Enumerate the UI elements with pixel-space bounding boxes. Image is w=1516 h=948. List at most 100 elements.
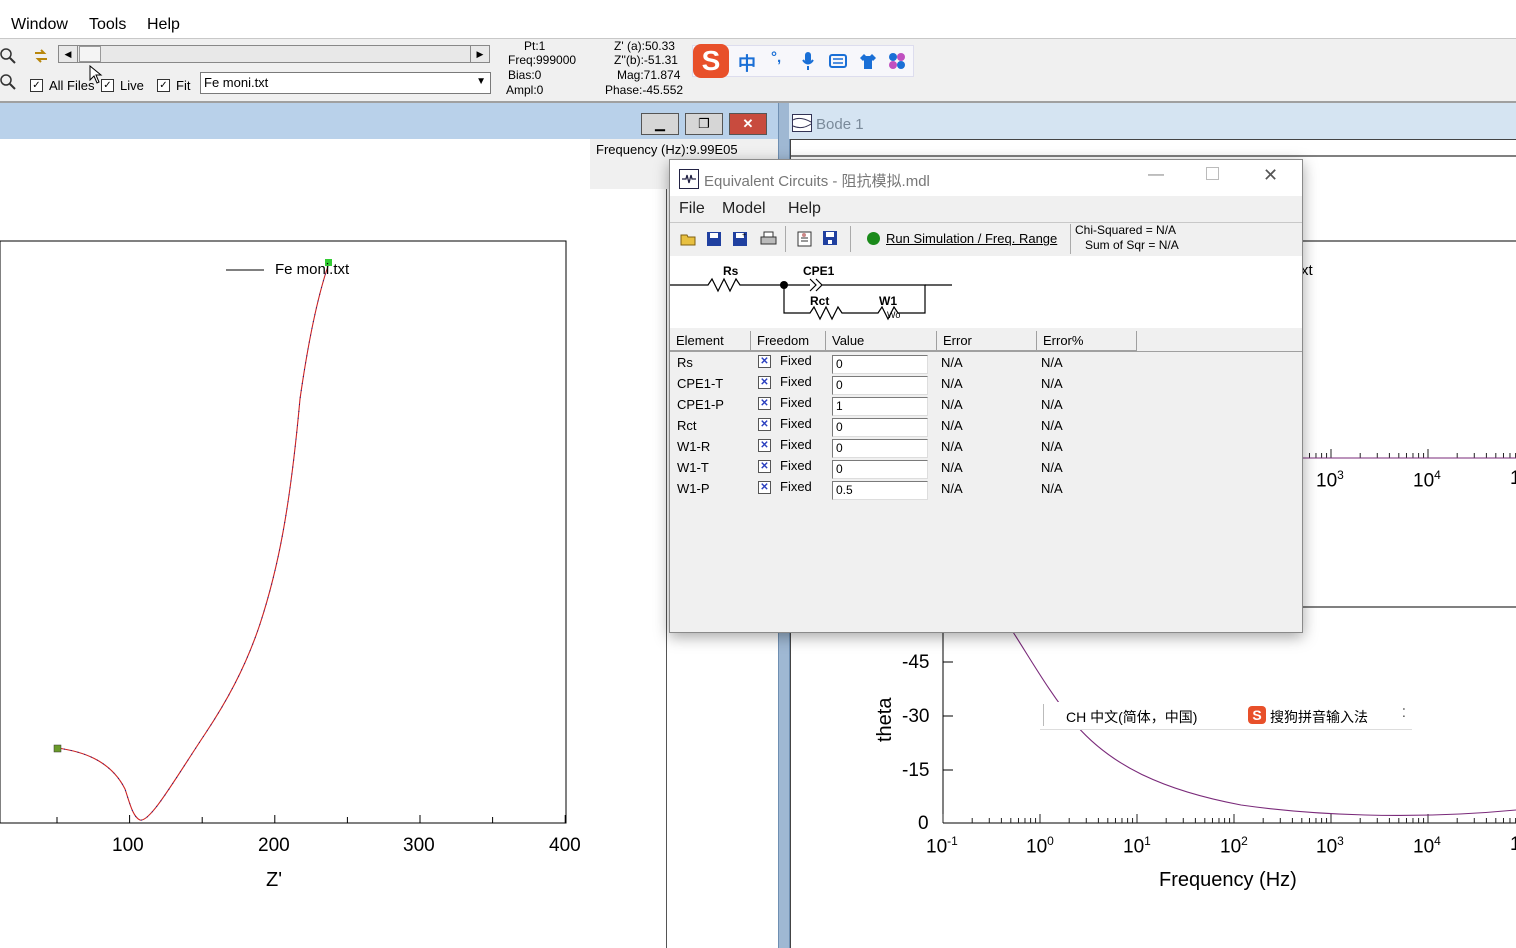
wo-label: Wo: [887, 310, 901, 320]
minimize-button[interactable]: ▁: [641, 113, 679, 135]
col-freedom[interactable]: Freedom: [751, 331, 826, 351]
value-input[interactable]: 1: [832, 397, 928, 416]
x-tick-100: 100: [112, 835, 144, 856]
error-pct-cell: N/A: [1041, 397, 1063, 412]
stat-z-real: Z' (a):50.33: [614, 39, 675, 53]
table-row[interactable]: W1-T ✕ Fixed 0 N/A N/A: [670, 458, 1300, 479]
save-model-icon[interactable]: [822, 230, 839, 247]
dialog-minimize-button[interactable]: —: [1148, 166, 1164, 184]
fit-label: Fit: [176, 78, 191, 93]
freedom-cell[interactable]: Fixed: [780, 437, 812, 452]
save-as-icon[interactable]: +: [732, 230, 749, 247]
freedom-checkbox[interactable]: ✕: [758, 439, 771, 452]
x-tick-10: 101: [1123, 834, 1151, 858]
value-input[interactable]: 0: [832, 418, 928, 437]
dialog-menu-help[interactable]: Help: [788, 200, 821, 218]
maximize-button[interactable]: ❐: [685, 113, 723, 135]
ime-punctuation-toggle[interactable]: °,: [771, 49, 781, 66]
element-cell: CPE1-T: [677, 376, 724, 391]
run-simulation-button[interactable]: Run Simulation / Freq. Range: [886, 231, 1057, 246]
table-row[interactable]: CPE1-P ✕ Fixed 1 N/A N/A: [670, 395, 1300, 416]
x-tick-300: 300: [403, 835, 435, 856]
dialog-maximize-button[interactable]: [1206, 167, 1219, 180]
open-folder-icon[interactable]: [680, 231, 698, 247]
import-data-icon[interactable]: [796, 230, 814, 248]
print-icon[interactable]: [760, 231, 777, 247]
table-row[interactable]: W1-P ✕ Fixed 0.5 N/A N/A: [670, 479, 1300, 500]
freedom-cell[interactable]: Fixed: [780, 479, 812, 494]
table-row[interactable]: Rct ✕ Fixed 0 N/A N/A: [670, 416, 1300, 437]
y-tick-minus15: -15: [902, 760, 930, 781]
microphone-icon[interactable]: [801, 51, 815, 71]
x-tick-100: 102: [1220, 834, 1248, 858]
dialog-close-button[interactable]: ✕: [1263, 165, 1278, 186]
keyboard-icon[interactable]: [829, 53, 847, 69]
point-scrollbar[interactable]: ◀ ▶: [58, 45, 490, 63]
menu-tools[interactable]: Tools: [89, 16, 126, 34]
table-row[interactable]: Rs ✕ Fixed 0 N/A N/A: [670, 353, 1300, 374]
freedom-checkbox[interactable]: ✕: [758, 460, 771, 473]
scroll-thumb[interactable]: [79, 46, 101, 62]
value-input[interactable]: 0: [832, 355, 928, 374]
refresh-icon[interactable]: [32, 48, 50, 64]
dialog-menu-model[interactable]: Model: [722, 200, 766, 218]
table-row[interactable]: CPE1-T ✕ Fixed 0 N/A N/A: [670, 374, 1300, 395]
dialog-titlebar[interactable]: Equivalent Circuits - 阻抗模拟.mdl — ✕: [670, 160, 1302, 196]
value-input[interactable]: 0: [832, 460, 928, 479]
upper-x-tick-cut: 1: [1510, 468, 1516, 489]
dialog-title: Equivalent Circuits - 阻抗模拟.mdl: [704, 173, 930, 190]
error-cell: N/A: [941, 376, 963, 391]
freedom-checkbox[interactable]: ✕: [758, 481, 771, 494]
freedom-checkbox[interactable]: ✕: [758, 376, 771, 389]
col-error[interactable]: Error: [937, 331, 1037, 351]
freedom-checkbox[interactable]: ✕: [758, 418, 771, 431]
menu-help[interactable]: Help: [147, 16, 180, 34]
col-value[interactable]: Value: [826, 331, 937, 351]
scroll-left-arrow-icon[interactable]: ◀: [59, 46, 78, 62]
stat-pt: Pt:1: [524, 39, 546, 53]
value-input[interactable]: 0: [832, 376, 928, 395]
zoom-out-icon[interactable]: [0, 73, 16, 91]
save-icon[interactable]: [706, 231, 722, 247]
nyquist-data-points: [56, 262, 330, 821]
ime-menu-icon[interactable]: ⁚: [1402, 706, 1406, 720]
close-button[interactable]: ✕: [729, 113, 767, 135]
file-select[interactable]: Fe moni.txt ▼: [200, 72, 491, 94]
freedom-cell[interactable]: Fixed: [780, 416, 812, 431]
skin-shirt-icon[interactable]: [859, 52, 877, 70]
toolbox-icon[interactable]: [888, 52, 906, 70]
error-cell: N/A: [941, 418, 963, 433]
sum-of-sqr-readout: Sum of Sqr = N/A: [1085, 238, 1179, 252]
bode-window-titlebar[interactable]: Bode 1: [789, 103, 1516, 139]
scroll-right-arrow-icon[interactable]: ▶: [470, 46, 489, 62]
freedom-checkbox[interactable]: ✕: [758, 397, 771, 410]
zoom-in-icon[interactable]: [0, 47, 16, 65]
ime-name-label[interactable]: 搜狗拼音输入法: [1270, 707, 1368, 727]
menu-window[interactable]: Window: [11, 16, 68, 34]
freedom-cell[interactable]: Fixed: [780, 374, 812, 389]
ime-chinese-toggle[interactable]: 中: [738, 50, 756, 76]
fit-checkbox[interactable]: ✓: [157, 79, 170, 92]
x-tick-200: 200: [258, 835, 290, 856]
col-element[interactable]: Element: [670, 331, 751, 351]
table-row[interactable]: W1-R ✕ Fixed 0 N/A N/A: [670, 437, 1300, 458]
freedom-checkbox[interactable]: ✕: [758, 355, 771, 368]
x-tick-10000: 104: [1413, 834, 1441, 858]
circuit-diagram-area[interactable]: Rs CPE1 Rct W1 Wo: [670, 256, 1302, 328]
freedom-cell[interactable]: Fixed: [780, 458, 812, 473]
bode-window-icon: [792, 114, 812, 132]
y-tick-0: 0: [918, 813, 929, 834]
col-error-pct[interactable]: Error%: [1037, 331, 1137, 351]
value-input[interactable]: 0: [832, 439, 928, 458]
ime-language-label[interactable]: CH 中文(简体，中国): [1066, 707, 1197, 727]
freedom-cell[interactable]: Fixed: [780, 395, 812, 410]
freedom-cell[interactable]: Fixed: [780, 353, 812, 368]
live-checkbox[interactable]: ✓: [101, 79, 114, 92]
dialog-menu-file[interactable]: File: [679, 200, 705, 218]
chevron-down-icon[interactable]: ▼: [476, 76, 486, 87]
all-files-checkbox[interactable]: ✓: [30, 79, 43, 92]
ime-language-popup: CH 中文(简体，中国) S 搜狗拼音输入法 ⁚: [1040, 702, 1412, 730]
value-input[interactable]: 0.5: [832, 481, 928, 500]
sogou-logo-icon[interactable]: S: [693, 44, 729, 78]
x-tick-0.1: 10-1: [926, 834, 958, 858]
